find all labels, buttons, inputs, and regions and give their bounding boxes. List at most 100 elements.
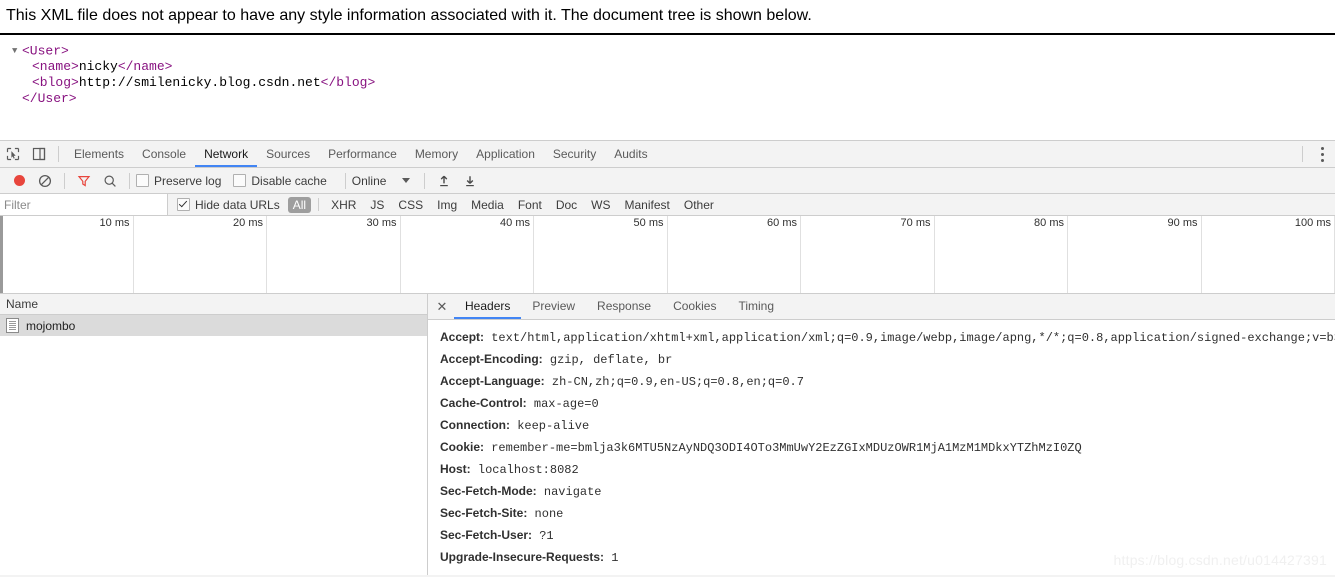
overview-tick-label: 20 ms (233, 217, 263, 229)
type-filter-doc[interactable]: Doc (551, 197, 582, 213)
throttling-value: Online (351, 173, 387, 188)
overview-tick: 90 ms (1068, 216, 1202, 293)
record-button[interactable] (6, 169, 32, 193)
hide-data-urls-toggle[interactable]: Hide data URLs (177, 198, 280, 212)
network-filter-row: Hide data URLs All XHRJSCSSImgMediaFontDo… (0, 194, 1335, 216)
type-filter-manifest[interactable]: Manifest (620, 197, 675, 213)
xml-node-text: http://smilenicky.blog.csdn.net (78, 75, 321, 91)
header-row: Sec-Fetch-User: ?1 (440, 525, 1335, 547)
header-value: localhost:8082 (470, 463, 579, 477)
type-filter-all[interactable]: All (287, 196, 312, 213)
overview-tick: 50 ms (534, 216, 668, 293)
header-row: Host: localhost:8082 (440, 459, 1335, 481)
header-name: Upgrade-Insecure-Requests: (440, 550, 605, 564)
device-toolbar-icon[interactable] (26, 142, 52, 166)
filter-input[interactable] (0, 194, 168, 215)
toolbar-divider (58, 146, 59, 162)
kebab-menu-icon[interactable] (1314, 141, 1331, 167)
header-row: Accept-Encoding: gzip, deflate, br (440, 349, 1335, 371)
overview-tick-label: 30 ms (366, 217, 397, 229)
overview-tick-label: 90 ms (1167, 217, 1198, 229)
toolbar-divider (129, 172, 130, 189)
detail-tab-headers[interactable]: Headers (454, 294, 521, 319)
type-filter-xhr[interactable]: XHR (326, 197, 361, 213)
hide-data-urls-checkbox[interactable] (177, 198, 190, 211)
tab-sources[interactable]: Sources (257, 141, 319, 167)
header-row: Cache-Control: max-age=0 (440, 393, 1335, 415)
overview-tick: 40 ms (401, 216, 534, 293)
header-name: Connection: (440, 418, 510, 432)
header-row: Cookie: remember-me=bmlja3k6MTU5NzAyNDQ3… (440, 437, 1335, 459)
overview-tick-label: 80 ms (1034, 217, 1064, 229)
filter-funnel-icon[interactable] (71, 169, 97, 193)
header-row: Sec-Fetch-Site: none (440, 503, 1335, 525)
xml-tree-line: </User> (12, 91, 1335, 107)
xml-open-tag: <blog> (32, 75, 79, 91)
xml-tree: ▼ <User> <name>nicky</name> <blog>http://sm… (0, 35, 1335, 107)
tab-audits[interactable]: Audits (605, 141, 656, 167)
header-name: Accept: (440, 330, 485, 344)
search-icon[interactable] (97, 169, 123, 193)
xml-tree-line: <blog>http://smilenicky.blog.csdn.net</b… (12, 75, 1335, 91)
network-panes: Name mojombo ✕ Headers Preview Response Coo… (0, 294, 1335, 575)
type-filter-media[interactable]: Media (466, 197, 509, 213)
header-value: ?1 (532, 529, 554, 543)
header-value: keep-alive (510, 419, 590, 433)
xml-close-tag: </name> (117, 59, 173, 75)
overview-tick: 10 ms (0, 216, 134, 293)
overview-tick-label: 70 ms (900, 217, 931, 229)
detail-tab-preview[interactable]: Preview (521, 294, 586, 319)
request-list-header[interactable]: Name (0, 294, 427, 315)
hide-data-urls-label: Hide data URLs (195, 197, 280, 212)
type-filter-font[interactable]: Font (513, 197, 547, 213)
preserve-log-label: Preserve log (154, 173, 222, 188)
clear-button[interactable] (32, 169, 58, 193)
disable-cache-checkbox[interactable] (233, 174, 247, 187)
inspect-element-icon[interactable] (0, 142, 26, 166)
toolbar-divider (424, 172, 426, 189)
xml-open-tag: <name> (32, 59, 79, 75)
preserve-log-toggle[interactable]: Preserve log (136, 174, 221, 188)
overview-tick: 70 ms (801, 216, 935, 293)
throttling-select[interactable]: Online (352, 174, 411, 188)
expand-twisty-icon[interactable]: ▼ (12, 43, 22, 59)
tab-network[interactable]: Network (195, 141, 257, 167)
detail-tab-cookies[interactable]: Cookies (662, 294, 727, 319)
header-value: none (527, 507, 564, 521)
close-icon[interactable]: ✕ (432, 296, 452, 318)
request-row[interactable]: mojombo (0, 315, 427, 336)
xml-node-text: nicky (78, 59, 118, 75)
overview-tick-label: 100 ms (1294, 217, 1331, 229)
detail-tabbar: ✕ Headers Preview Response Cookies Timing (428, 294, 1335, 320)
request-list-pane: Name mojombo (0, 294, 428, 575)
request-headers-list: Accept: text/html,application/xhtml+xml,… (428, 320, 1335, 575)
detail-tab-response[interactable]: Response (586, 294, 662, 319)
network-overview-timeline[interactable]: 10 ms 20 ms 30 ms 40 ms 50 ms 60 ms 70 ms 80 ms… (0, 216, 1335, 294)
type-filter-other[interactable]: Other (679, 197, 719, 213)
disable-cache-toggle[interactable]: Disable cache (233, 173, 327, 188)
type-filter-img[interactable]: Img (432, 197, 462, 213)
type-filter-js[interactable]: JS (365, 197, 389, 213)
overview-tick: 80 ms (935, 216, 1068, 293)
detail-tab-timing[interactable]: Timing (727, 294, 785, 319)
overview-tick: 20 ms (134, 216, 267, 293)
tab-memory[interactable]: Memory (406, 141, 467, 167)
header-name: Cache-Control: (440, 396, 527, 410)
type-filter-css[interactable]: CSS (393, 197, 428, 213)
disable-cache-label: Disable cache (251, 173, 327, 188)
preserve-log-checkbox[interactable] (136, 174, 149, 187)
header-row: Sec-Fetch-Mode: navigate (440, 481, 1335, 503)
header-value: remember-me=bmlja3k6MTU5NzAyNDQ3ODI4OTo3… (484, 441, 1082, 455)
resource-type-filters: All XHR JS CSS Img Media Font Doc WS Manifest Othe… (286, 196, 721, 213)
tab-console[interactable]: Console (133, 141, 195, 167)
header-value: text/html,application/xhtml+xml,applicat… (484, 331, 1335, 345)
header-name: Accept-Encoding: (440, 352, 543, 366)
download-arrow-icon[interactable] (457, 169, 483, 193)
tab-elements[interactable]: Elements (65, 141, 133, 167)
tab-application[interactable]: Application (467, 141, 544, 167)
type-filter-ws[interactable]: WS (586, 197, 615, 213)
tab-performance[interactable]: Performance (319, 141, 406, 167)
upload-arrow-icon[interactable] (431, 169, 457, 193)
tab-security[interactable]: Security (544, 141, 605, 167)
overview-tick-label: 50 ms (633, 217, 664, 229)
